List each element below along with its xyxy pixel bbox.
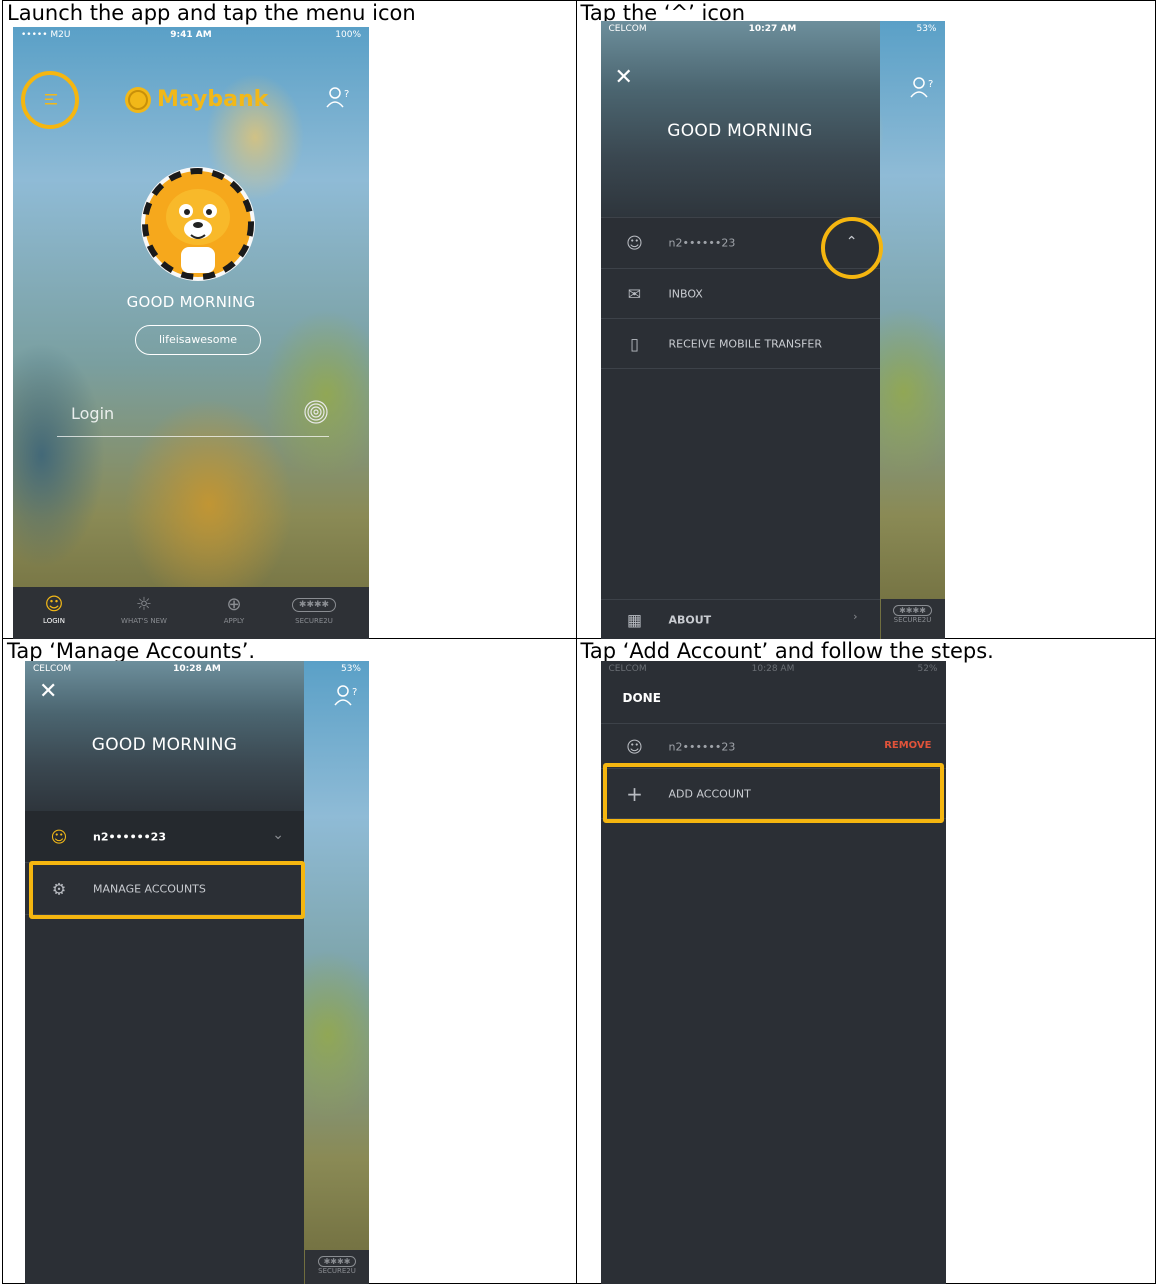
help-user-icon[interactable]: ? bbox=[325, 85, 353, 109]
secure2u-peek: ✱✱✱✱ SECURE2U bbox=[305, 1250, 369, 1284]
close-icon[interactable]: ✕ bbox=[615, 65, 633, 90]
user-icon: ☺ bbox=[626, 737, 643, 756]
tab-login[interactable]: ☺ LOGIN bbox=[19, 593, 89, 625]
menu-item-receive-mobile-transfer[interactable]: ▯ RECEIVE MOBILE TRANSFER bbox=[600, 319, 880, 369]
phone-screen-manage: CELCOM 10:28 AM 53% ✕ GOOD MORNING ☺ n2•… bbox=[25, 661, 369, 1284]
phone-screen-login: ••••• M2U 9:41 AM 100% Maybank ? GOOD MO… bbox=[13, 27, 369, 639]
status-bar: CELCOM 10:27 AM 53% bbox=[608, 24, 937, 34]
highlight-box bbox=[29, 861, 305, 919]
tiger-avatar bbox=[141, 167, 255, 281]
step-2-cell: Tap the ‘^’ icon CELCOM 10:27 AM 53% ✕ G… bbox=[575, 0, 1156, 639]
lightbulb-icon: ☼ bbox=[135, 594, 153, 615]
user-icon: ☺ bbox=[626, 233, 643, 253]
chevron-right-icon: › bbox=[853, 610, 858, 623]
bottom-tab-bar: ☺ LOGIN ☼ WHAT'S NEW ⊕ APPLY ✱✱✱✱ SECURE… bbox=[13, 587, 369, 639]
building-icon: ▦ bbox=[626, 610, 643, 629]
login-field[interactable]: Login bbox=[57, 397, 329, 437]
user-icon: ☺ bbox=[50, 827, 68, 846]
greeting: GOOD MORNING bbox=[91, 735, 238, 755]
phone-screen-drawer: CELCOM 10:27 AM 53% ✕ GOOD MORNING ☺ n2•… bbox=[600, 21, 945, 639]
fingerprint-icon[interactable] bbox=[303, 399, 329, 425]
username-pill[interactable]: lifeisawesome bbox=[135, 325, 261, 355]
maybank-logo: Maybank bbox=[123, 85, 273, 115]
secure2u-peek: ✱✱✱✱ SECURE2U bbox=[880, 599, 945, 639]
phone-screen-add-account: CELCOM 10:28 AM 52% DONE ☺ n2••••••23 RE… bbox=[600, 661, 946, 1284]
chevron-down-icon[interactable]: ⌄ bbox=[272, 827, 284, 843]
step-1-caption: Launch the app and tap the menu icon bbox=[7, 1, 416, 25]
svg-text:?: ? bbox=[352, 687, 357, 698]
instruction-table: Launch the app and tap the menu icon •••… bbox=[2, 0, 1156, 1284]
tab-apply[interactable]: ⊕ APPLY bbox=[199, 593, 269, 625]
side-drawer: ✕ GOOD MORNING ☺ n2••••••23 ⌄ ⚙ MANAGE A… bbox=[25, 661, 304, 1284]
tab-secure2u[interactable]: ✱✱✱✱ SECURE2U bbox=[279, 593, 349, 625]
step-4-cell: Tap ‘Add Account’ and follow the steps. … bbox=[575, 638, 1156, 1284]
maybank-tiger-logo-icon bbox=[125, 87, 151, 113]
plus-circle-icon: ⊕ bbox=[226, 594, 242, 615]
done-button[interactable]: DONE bbox=[623, 691, 661, 705]
step-1-cell: Launch the app and tap the menu icon •••… bbox=[2, 0, 577, 639]
account-row[interactable]: ☺ n2••••••23 ⌄ bbox=[25, 811, 304, 863]
highlight-ring bbox=[21, 71, 79, 129]
divider bbox=[600, 723, 946, 724]
close-icon[interactable]: ✕ bbox=[39, 679, 57, 704]
status-bar: CELCOM 10:28 AM 53% bbox=[33, 664, 361, 674]
envelope-icon: ✉ bbox=[627, 284, 642, 303]
menu-item-about[interactable]: ▦ ABOUT › bbox=[600, 599, 880, 639]
mobile-transfer-icon: ▯ bbox=[630, 334, 639, 353]
greeting: GOOD MORNING bbox=[126, 293, 256, 311]
user-icon: ☺ bbox=[44, 594, 64, 615]
help-user-icon[interactable]: ? bbox=[909, 75, 937, 99]
svg-text:?: ? bbox=[344, 89, 349, 100]
side-drawer: ✕ GOOD MORNING ☺ n2••••••23 ⌃ ✉ INBOX ▯ … bbox=[600, 21, 880, 639]
tab-whats-new[interactable]: ☼ WHAT'S NEW bbox=[109, 593, 179, 625]
step-3-cell: Tap ‘Manage Accounts’. CELCOM 10:28 AM 5… bbox=[2, 638, 577, 1284]
status-bar: CELCOM 10:28 AM 52% bbox=[608, 664, 938, 674]
secure2u-icon: ✱✱✱✱ bbox=[279, 593, 349, 617]
highlight-ring bbox=[820, 217, 883, 279]
highlight-box bbox=[602, 763, 944, 823]
remove-button[interactable]: REMOVE bbox=[884, 740, 931, 751]
status-bar: ••••• M2U 9:41 AM 100% bbox=[21, 30, 361, 40]
help-user-icon[interactable]: ? bbox=[333, 683, 361, 707]
menu-item-inbox[interactable]: ✉ INBOX bbox=[600, 269, 880, 319]
greeting: GOOD MORNING bbox=[667, 121, 813, 141]
svg-text:?: ? bbox=[928, 79, 933, 90]
